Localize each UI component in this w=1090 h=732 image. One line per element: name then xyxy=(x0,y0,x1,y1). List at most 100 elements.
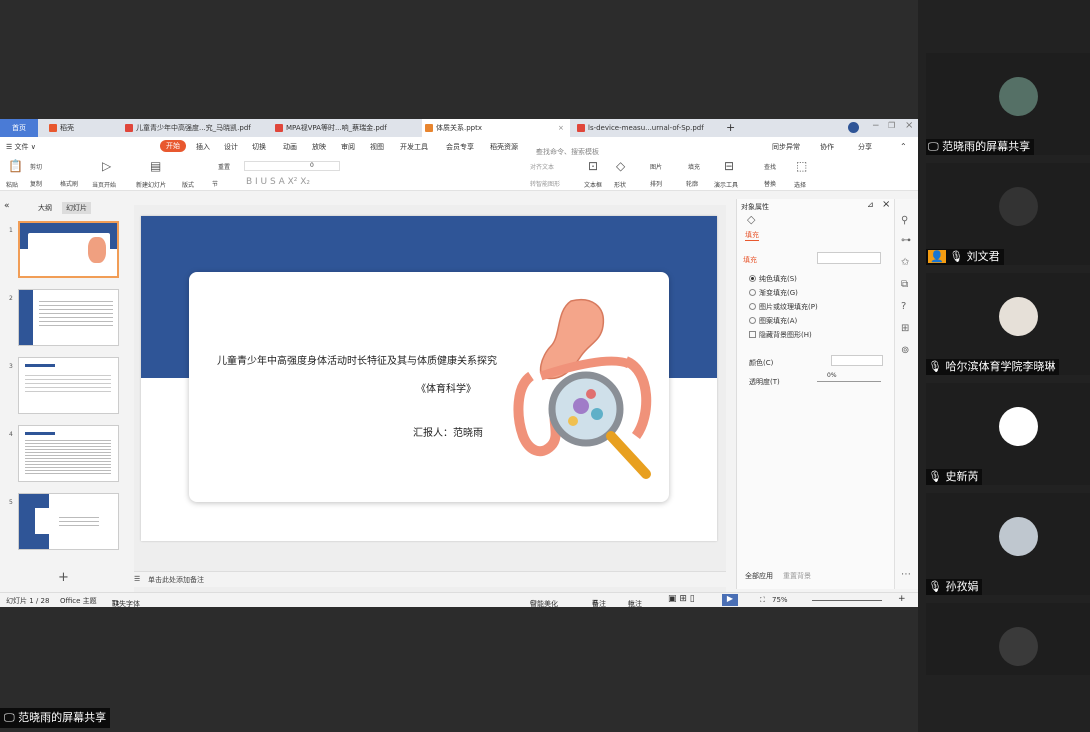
transparency-slider[interactable] xyxy=(817,381,881,382)
collab-button[interactable]: 协作 xyxy=(820,142,834,152)
shape-button[interactable]: 形状 xyxy=(614,180,626,189)
font-style-buttons[interactable]: B I U S A X² X₂ xyxy=(246,177,310,187)
tab-pdf-3[interactable]: ls-device-measu...urnal-of-Sp.pdf xyxy=(574,119,720,137)
participant-tile-1[interactable]: 🖵 范晓雨的屏幕共享 xyxy=(926,53,1090,155)
section-button[interactable]: 节 xyxy=(212,179,218,188)
avatar[interactable] xyxy=(848,122,859,133)
zoom-in-icon[interactable]: + xyxy=(898,594,906,604)
more-icon[interactable]: ⋯ xyxy=(901,569,911,580)
present-tools-button[interactable]: 演示工具 xyxy=(714,180,738,189)
slide-thumb-3[interactable] xyxy=(18,357,119,414)
fill-option-solid[interactable]: 纯色填充(S) xyxy=(749,274,797,284)
format-painter-button[interactable]: 格式刷 xyxy=(60,179,78,188)
menu-member[interactable]: 会员专享 xyxy=(446,142,474,152)
shape-icon[interactable]: ◇ xyxy=(616,159,625,173)
present-tools-icon[interactable]: ⊟ xyxy=(724,159,734,173)
menu-docer[interactable]: 稻壳资源 xyxy=(490,142,518,152)
textbox-button[interactable]: 文本框 xyxy=(584,180,602,189)
tab-slides[interactable]: 幻灯片 xyxy=(62,202,91,214)
help-icon[interactable]: ? xyxy=(901,301,906,312)
fill-option-picture[interactable]: 图片或纹理填充(P) xyxy=(749,302,818,312)
sync-status[interactable]: 同步异常 xyxy=(772,142,800,152)
picture-button[interactable]: 图片 xyxy=(650,162,662,171)
menu-design[interactable]: 设计 xyxy=(224,142,238,152)
animation-icon[interactable]: ⧉ xyxy=(901,279,908,290)
participant-tile-5[interactable]: 🎙 孙孜娟 xyxy=(926,493,1090,595)
font-name-select[interactable] xyxy=(244,161,340,171)
tab-pptx[interactable]: 体质关系.pptx × xyxy=(422,119,570,137)
close-pane-icon[interactable]: × xyxy=(882,199,890,210)
menu-transition[interactable]: 切换 xyxy=(252,142,266,152)
menu-developer[interactable]: 开发工具 xyxy=(400,142,428,152)
arrange-button[interactable]: 排列 xyxy=(650,179,662,188)
find-button[interactable]: 查找 xyxy=(764,162,776,171)
tab-fill[interactable]: 填充 xyxy=(745,230,759,241)
textbox-icon[interactable]: ⊡ xyxy=(588,159,598,173)
slide-reporter[interactable]: 汇报人：范晓雨 xyxy=(413,424,483,439)
slide-1[interactable]: 儿童青少年中高强度身体活动时长特征及其与体质健康关系探究 《体育科学》 汇报人：… xyxy=(141,216,717,541)
smart-art-button[interactable]: 转智能图形 xyxy=(530,179,560,188)
close-icon[interactable]: × xyxy=(558,119,564,137)
tab-pdf-2[interactable]: MPA视VPA等时...响_蔡瑞金.pdf xyxy=(272,119,412,137)
slide-thumb-2[interactable] xyxy=(18,289,119,346)
color-picker[interactable] xyxy=(831,355,883,366)
tab-wps[interactable]: 稻壳 xyxy=(46,119,116,137)
backup-icon[interactable]: ⊞ xyxy=(901,323,909,334)
participant-tile-3[interactable]: 🎙 哈尔滨体育学院李晓琳 xyxy=(926,273,1090,375)
paste-label[interactable]: 粘贴 xyxy=(6,180,18,189)
menu-review[interactable]: 审阅 xyxy=(341,142,355,152)
menu-animation[interactable]: 动画 xyxy=(283,142,297,152)
fill-option-gradient[interactable]: 渐变填充(G) xyxy=(749,288,798,298)
slide-subtitle[interactable]: 《体育科学》 xyxy=(416,380,476,395)
replace-button[interactable]: 替换 xyxy=(764,179,776,188)
location-icon[interactable]: ⊚ xyxy=(901,345,909,356)
select-button[interactable]: 选择 xyxy=(794,180,806,189)
slide-thumb-1[interactable] xyxy=(18,221,119,278)
paste-icon[interactable]: 📋 xyxy=(8,159,23,173)
notes-placeholder[interactable]: 单击此处添加备注 xyxy=(148,575,204,585)
slide-thumb-4[interactable] xyxy=(18,425,119,482)
properties-icon[interactable]: ⊶ xyxy=(901,235,911,246)
window-close-icon[interactable]: × xyxy=(905,120,913,131)
slideshow-from-current[interactable]: 当页开始 xyxy=(92,180,116,189)
view-mode-icons[interactable]: ▣ ⊞ ▯ xyxy=(668,594,695,604)
share-button[interactable]: 分享 xyxy=(858,142,872,152)
menu-start[interactable]: 开始 xyxy=(160,140,186,152)
font-size-select[interactable]: 0 xyxy=(310,162,314,169)
menu-file[interactable]: ☰ 文件 ∨ xyxy=(6,142,36,152)
add-slide-button[interactable]: + xyxy=(58,570,69,585)
cut-button[interactable]: 剪切 xyxy=(30,162,42,171)
layout-button[interactable]: 版式 xyxy=(182,180,194,189)
tab-home[interactable]: 首页 xyxy=(0,119,38,137)
collapse-ribbon-icon[interactable]: ⌃ xyxy=(900,142,907,151)
menu-insert[interactable]: 插入 xyxy=(196,142,210,152)
fit-icon[interactable]: ⛶ xyxy=(760,596,765,605)
select-icon[interactable]: ⬚ xyxy=(796,159,807,173)
tab-outline[interactable]: 大纲 xyxy=(38,203,52,213)
fill-section-title[interactable]: 填充 xyxy=(743,255,757,265)
slide-title[interactable]: 儿童青少年中高强度身体活动时长特征及其与体质健康关系探究 xyxy=(217,352,497,367)
restore-icon[interactable]: ❐ xyxy=(888,121,895,130)
menu-view[interactable]: 视图 xyxy=(370,142,384,152)
align-text-button[interactable]: 对齐文本 xyxy=(530,162,554,171)
reset-button[interactable]: 重置 xyxy=(218,162,230,171)
minimize-icon[interactable]: − xyxy=(872,121,880,131)
tab-pdf-1[interactable]: 儿童青少年中高强度...究_马晓凯.pdf xyxy=(122,119,264,137)
participant-tile-2[interactable]: 👤 🎙 刘文君 xyxy=(926,163,1090,265)
slide-thumb-5[interactable] xyxy=(18,493,119,550)
collapse-pane-icon[interactable]: « xyxy=(4,201,10,211)
fill-button[interactable]: 填充 xyxy=(688,162,700,171)
zoom-slider[interactable] xyxy=(812,600,882,601)
zoom-level[interactable]: 75% xyxy=(772,596,788,604)
hide-bg-checkbox[interactable]: 隐藏背景图形(H) xyxy=(749,330,812,340)
pin-icon[interactable]: ⊿ xyxy=(867,200,874,209)
participant-tile-4[interactable]: 🎙 史新芮 xyxy=(926,383,1090,485)
apply-all-button[interactable]: 全部应用 xyxy=(745,571,773,581)
fill-type-select[interactable] xyxy=(817,252,881,264)
new-tab-button[interactable]: + xyxy=(722,119,742,137)
new-slide-icon[interactable]: ▤ xyxy=(150,159,161,173)
outline-button[interactable]: 轮廓 xyxy=(686,179,698,188)
play-slideshow-icon[interactable]: ▶ xyxy=(722,594,738,606)
copy-button[interactable]: 复制 xyxy=(30,179,42,188)
reset-bg-button[interactable]: 重置背景 xyxy=(783,571,811,581)
